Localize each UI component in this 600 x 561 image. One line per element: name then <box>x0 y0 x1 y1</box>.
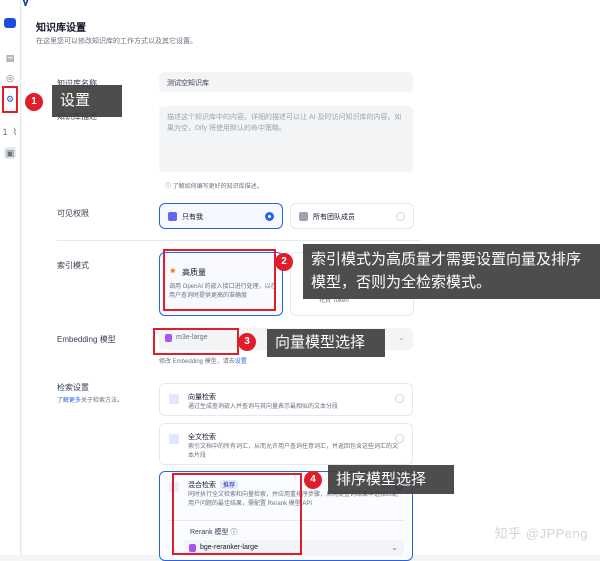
visibility-option-team[interactable]: 所有团队成员 <box>290 203 414 229</box>
radio-unselected[interactable] <box>395 394 404 403</box>
retrieval-option-name: 向量检索 <box>188 394 216 401</box>
user-icon <box>168 212 177 221</box>
folder-icon[interactable] <box>4 18 16 28</box>
annotation-callout-1: 设置 <box>52 85 122 117</box>
team-icon <box>299 212 308 221</box>
annotation-callout-2: 索引模式为高质量才需要设置向量及排序模型，否则为全检索模式。 <box>303 244 600 299</box>
radio-selected[interactable] <box>265 212 274 221</box>
paperclip-icon[interactable]: ⌇ <box>9 126 21 138</box>
book-icon[interactable]: ▣ <box>4 147 16 159</box>
retrieval-option-name: 全文检索 <box>188 434 216 441</box>
watermark: 知乎 @JPPeng <box>494 526 588 541</box>
description-hint[interactable]: ⓘ 了解如何编写更好的知识库描述。 <box>165 181 263 190</box>
visibility-option-label: 所有团队成员 <box>313 214 355 221</box>
annotation-badge-2: 2 <box>275 253 293 271</box>
settings-highlight-box <box>2 86 18 113</box>
fulltext-search-icon <box>169 434 179 444</box>
annotation-badge-1: 1 <box>25 93 43 111</box>
annotation-box-hybrid-rerank <box>172 473 302 555</box>
vector-search-icon <box>169 394 179 404</box>
page-title: 知识库设置 <box>36 23 86 34</box>
embedding-note: 修改 Embedding 模型，请去设置 <box>159 356 247 365</box>
annotation-badge-3: 3 <box>238 333 256 351</box>
embedding-settings-link[interactable]: 设置 <box>235 359 247 365</box>
visibility-option-only-me[interactable]: 只有我 <box>159 203 283 229</box>
annotation-badge-4: 4 <box>304 471 322 489</box>
description-hint-text: 了解如何编写更好的知识库描述。 <box>172 184 263 190</box>
retrieval-option-desc: 索引文档中的所有词汇，从而允许用户查询任意词汇，并返回包含这些词汇的文本片段 <box>188 444 399 459</box>
retrieval-note-text: 关于检索方法。 <box>81 398 124 404</box>
annotation-callout-3: 向量模型选择 <box>267 329 385 357</box>
chevron-down-icon: ⌄ <box>398 333 405 342</box>
name-input[interactable]: 测试空知识库 <box>159 72 413 92</box>
page-subtitle: 在这里您可以修改知识库的工作方式以及其它设置。 <box>36 38 197 45</box>
embedding-label: Embedding 模型 <box>57 335 116 344</box>
retrieval-option-vector[interactable]: 向量检索 通过生成查询嵌入并查询与其向量表示最相似的文本分段 <box>159 383 413 416</box>
annotation-box-embedding <box>153 328 239 355</box>
index-mode-label: 索引模式 <box>57 261 89 270</box>
hit-test-icon[interactable]: ◎ <box>4 72 16 84</box>
radio-unselected[interactable] <box>396 212 405 221</box>
retrieval-label: 检索设置 <box>57 383 89 392</box>
section-divider <box>57 240 420 241</box>
annotation-callout-4: 排序模型选择 <box>328 465 454 494</box>
badge-count: 1 <box>2 127 8 137</box>
retrieval-note: 了解更多关于检索方法。 <box>57 395 123 404</box>
retrieval-option-fulltext[interactable]: 全文检索 索引文档中的所有词汇，从而允许用户查询任意词汇，并返回包含这些词汇的文… <box>159 423 413 465</box>
left-icon-rail: ▤ ◎ ⚙ 1 ⌇ ▣ <box>0 0 21 555</box>
description-textarea[interactable]: 描述这个知识库中的内容。详细的描述可以让 AI 及时访问知识库的内容。如果为空，… <box>159 106 413 172</box>
retrieval-learn-more-link[interactable]: 了解更多 <box>57 398 81 404</box>
document-icon[interactable]: ▤ <box>4 52 16 64</box>
visibility-label: 可见权限 <box>57 209 89 218</box>
radio-unselected[interactable] <box>395 434 404 443</box>
visibility-option-label: 只有我 <box>182 214 203 221</box>
embedding-note-text: 修改 Embedding 模型，请去 <box>159 359 235 365</box>
retrieval-option-desc: 通过生成查询嵌入并查询与其向量表示最相似的文本分段 <box>188 404 339 410</box>
annotation-box-index-mode <box>163 249 276 311</box>
chevron-down-icon: ⌄ <box>391 543 398 552</box>
